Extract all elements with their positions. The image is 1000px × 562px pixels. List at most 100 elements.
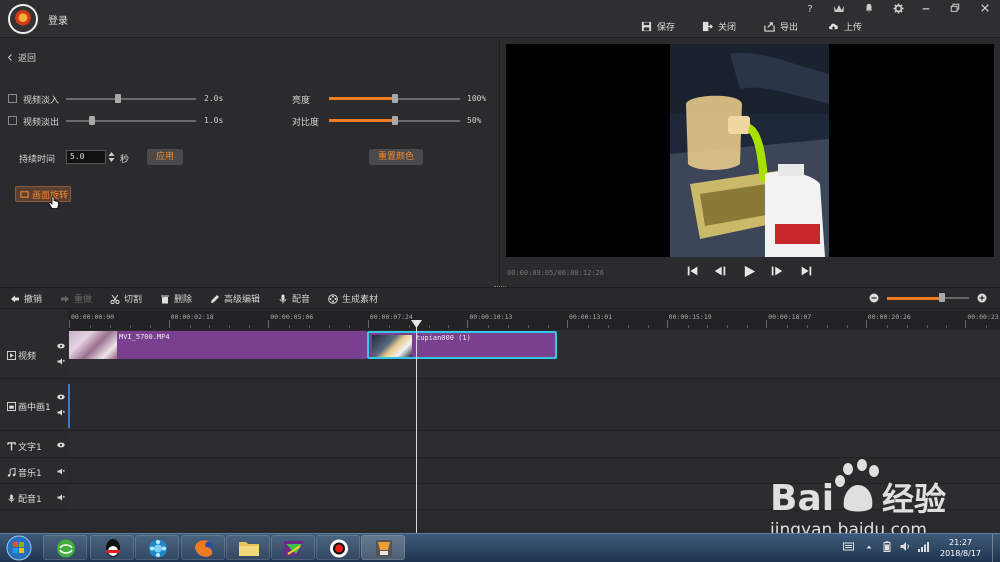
duration-unit: 秒 — [120, 155, 130, 165]
scissors-icon — [110, 294, 120, 304]
system-clock[interactable]: 21:27 2018/8/17 — [940, 537, 981, 559]
app-logo — [8, 4, 38, 34]
speaker-icon[interactable] — [57, 358, 65, 365]
redo-button[interactable]: 重做 — [60, 293, 93, 305]
save-label: 保存 — [657, 22, 676, 33]
ruler-minor-tick — [388, 325, 390, 328]
timeline-clip[interactable]: MVI_5700.MP4 — [69, 331, 367, 359]
undo-label: 撤销 — [24, 295, 43, 305]
advanced-edit-button[interactable]: 高级编辑 — [210, 293, 260, 305]
clip-name: tupian000 (1) — [416, 334, 471, 342]
ruler-minor-tick — [528, 325, 530, 328]
generate-material-button[interactable]: 生成素材 — [328, 293, 378, 305]
ruler-tick — [268, 320, 270, 328]
timeline-clip-selected[interactable]: tupian000 (1) — [367, 331, 557, 359]
save-button[interactable]: 保存 — [641, 19, 675, 33]
skip-end-icon[interactable] — [799, 264, 815, 280]
ruler-tick — [865, 320, 867, 328]
brightness-slider-fill — [329, 97, 395, 100]
close-project-button[interactable]: 关闭 — [702, 19, 736, 33]
preview-frame — [670, 44, 829, 257]
track-label-dub: 配音1 — [18, 495, 42, 505]
duration-input[interactable]: 5.0 — [66, 150, 106, 164]
cut-button[interactable]: 切割 — [110, 293, 142, 305]
record-icon[interactable] — [316, 535, 360, 560]
volume-icon[interactable] — [900, 541, 911, 552]
delete-button[interactable]: 删除 — [160, 293, 192, 305]
keyboard-tray-icon[interactable] — [843, 542, 854, 551]
zoom-slider-handle[interactable] — [939, 293, 946, 302]
undo-button[interactable]: 撤销 — [10, 293, 43, 305]
battery-icon[interactable] — [883, 541, 891, 552]
eye-icon[interactable] — [57, 442, 65, 448]
media-app-icon[interactable] — [271, 535, 315, 560]
zoom-out-icon[interactable] — [869, 293, 879, 303]
hand-cursor-icon — [48, 196, 59, 209]
undo-icon — [11, 295, 19, 302]
step-forward-icon[interactable] — [770, 264, 786, 280]
rotate-icon — [20, 190, 29, 198]
folder-icon[interactable] — [226, 535, 270, 560]
contrast-slider-handle[interactable] — [391, 116, 398, 125]
play-icon[interactable] — [742, 264, 758, 280]
zoom-slider-fill — [887, 296, 943, 300]
track-row-pip[interactable] — [68, 380, 1000, 431]
rotate-button[interactable]: 画面旋转 — [15, 186, 71, 202]
fade-out-slider-handle[interactable] — [89, 116, 95, 125]
duration-stepper[interactable] — [107, 150, 116, 164]
reset-color-button[interactable]: 重置颜色 — [369, 149, 423, 165]
video-player-icon[interactable] — [135, 535, 179, 560]
ruler-tick — [965, 320, 967, 328]
show-desktop-button[interactable] — [992, 534, 1000, 562]
fade-in-slider-handle[interactable] — [115, 94, 121, 103]
speaker-icon[interactable] — [57, 468, 65, 475]
brightness-value: 100% — [467, 94, 487, 103]
start-orb-icon[interactable] — [4, 534, 34, 562]
ruler-minor-tick — [448, 325, 450, 328]
upload-button[interactable]: 上传 — [828, 19, 862, 33]
vip-icon[interactable] — [830, 3, 848, 17]
zoom-in-icon[interactable] — [977, 293, 987, 303]
eye-icon[interactable] — [57, 394, 65, 400]
fade-in-slider[interactable] — [66, 98, 196, 100]
360-icon[interactable] — [43, 535, 87, 560]
speaker-icon[interactable] — [57, 409, 65, 416]
tray-arrow-icon[interactable] — [866, 543, 872, 549]
step-back-icon[interactable] — [713, 264, 729, 280]
fade-in-checkbox[interactable] — [8, 94, 17, 103]
playhead-handle[interactable] — [411, 320, 422, 329]
maximize-icon[interactable] — [946, 3, 964, 17]
watermark-brand-cn: 经验 — [882, 480, 946, 518]
close-icon[interactable] — [976, 3, 994, 17]
ruler-minor-tick — [408, 325, 410, 328]
speaker-icon[interactable] — [57, 494, 65, 501]
qq-icon[interactable] — [90, 535, 134, 560]
minimize-icon[interactable] — [917, 3, 935, 17]
skip-start-icon[interactable] — [686, 264, 702, 280]
login-link[interactable]: 登录 — [48, 12, 68, 27]
apply-button[interactable]: 应用 — [147, 149, 183, 165]
redo-label: 重做 — [74, 295, 93, 305]
ruler-minor-tick — [309, 325, 311, 328]
brightness-slider-handle[interactable] — [391, 94, 398, 103]
ruler-minor-tick — [149, 325, 151, 328]
ruler-minor-tick — [229, 325, 231, 328]
fade-out-slider[interactable] — [66, 120, 196, 122]
network-icon[interactable] — [917, 541, 929, 552]
eye-icon[interactable] — [57, 343, 65, 349]
export-button[interactable]: 导出 — [764, 19, 798, 33]
help-icon[interactable]: ? — [801, 3, 819, 17]
ruler-minor-tick — [946, 325, 948, 328]
ruler-minor-tick — [687, 325, 689, 328]
playhead-line — [416, 327, 417, 533]
redo-icon — [61, 295, 69, 302]
fade-out-checkbox[interactable] — [8, 116, 17, 125]
ruler-minor-tick — [428, 325, 430, 328]
dubbing-button[interactable]: 配音 — [278, 293, 310, 305]
ruler-tick-label: 00:00:00:00 — [71, 313, 115, 321]
editor-app-icon[interactable] — [361, 535, 405, 560]
bell-icon[interactable] — [860, 3, 878, 17]
back-button[interactable]: 返回 — [7, 51, 36, 64]
firefox-icon[interactable] — [181, 535, 225, 560]
gear-icon[interactable] — [889, 3, 907, 17]
